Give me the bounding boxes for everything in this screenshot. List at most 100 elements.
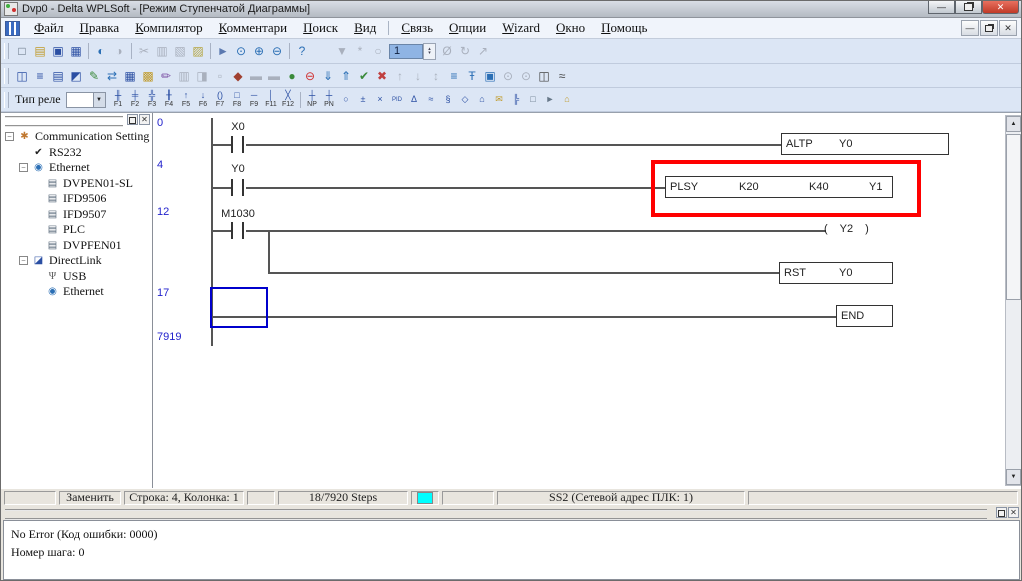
- toolbar-grip[interactable]: [4, 92, 9, 108]
- scrollbar-thumb[interactable]: [1006, 134, 1021, 300]
- rising-edge-button[interactable]: ↑F5: [178, 90, 195, 110]
- cut-icon[interactable]: ✂: [135, 42, 153, 60]
- toolbar-grip[interactable]: [4, 43, 9, 59]
- gold-home-wizard-icon[interactable]: ⌂: [559, 90, 576, 110]
- menu-wizard[interactable]: Wizard: [494, 19, 548, 37]
- download-program-icon[interactable]: ⇓: [319, 67, 337, 85]
- arrange-icon[interactable]: ≈: [553, 67, 571, 85]
- tree-item-ifd9507[interactable]: ▤IFD9507: [1, 207, 152, 223]
- contact-symbol[interactable]: [242, 136, 244, 153]
- parallel-nc-button[interactable]: ╂F4: [161, 90, 178, 110]
- close-button[interactable]: ✕: [982, 1, 1019, 14]
- menu-поиск[interactable]: Поиск: [295, 19, 346, 37]
- scale-wizard-icon[interactable]: Δ: [406, 90, 423, 110]
- pin-icon[interactable]: [996, 507, 1007, 518]
- close-icon[interactable]: ✕: [1008, 507, 1019, 518]
- upload-program-icon[interactable]: ⇑: [337, 67, 355, 85]
- expander-minus-icon[interactable]: −: [5, 132, 14, 141]
- ladder-editor[interactable]: 0 X0 ALTP Y0 4 Y0 PLSY K20 K40 Y1: [154, 113, 1022, 489]
- stop-plc-icon[interactable]: ⊖: [301, 67, 319, 85]
- force-on-icon[interactable]: ↑: [391, 67, 409, 85]
- jump-icon[interactable]: ↗: [474, 42, 492, 60]
- open-file-icon[interactable]: ▤: [31, 42, 49, 60]
- ladder-view-icon[interactable]: ≡: [31, 67, 49, 85]
- sfc-view-icon[interactable]: ◩: [67, 67, 85, 85]
- chevron-down-icon[interactable]: ▼: [93, 93, 105, 107]
- verify-icon[interactable]: ✔: [355, 67, 373, 85]
- scroll-up-icon[interactable]: ▲: [1006, 116, 1021, 132]
- eraser-icon[interactable]: ▨: [189, 42, 207, 60]
- run-plc-icon[interactable]: ●: [283, 67, 301, 85]
- toolbar-grip[interactable]: [4, 68, 9, 84]
- simulator-filter-icon[interactable]: ▼: [333, 42, 351, 60]
- compile-ladder-icon[interactable]: ▬: [247, 67, 265, 85]
- tree-item-plc[interactable]: ▤PLC: [1, 222, 152, 238]
- step-wizard-icon[interactable]: §: [440, 90, 457, 110]
- menu-опции[interactable]: Опции: [441, 19, 494, 37]
- menu-комментари[interactable]: Комментари: [211, 19, 296, 37]
- menu-компилятор[interactable]: Компилятор: [127, 19, 210, 37]
- edit-comment-icon[interactable]: ✎: [85, 67, 103, 85]
- restore-button[interactable]: [955, 1, 982, 14]
- monitor-window-icon[interactable]: ▣: [481, 67, 499, 85]
- tree-item-usb[interactable]: ΨUSB: [1, 269, 152, 285]
- new-file-icon[interactable]: □: [13, 42, 31, 60]
- child-restore-button[interactable]: [980, 20, 998, 36]
- project-window-icon[interactable]: ◫: [13, 67, 31, 85]
- minimize-button[interactable]: —: [928, 1, 955, 14]
- row-number-spinner[interactable]: ▴▾: [423, 43, 436, 60]
- tree-item-communication-setting[interactable]: −✱Communication Setting: [1, 129, 152, 145]
- monitor-edit-icon[interactable]: ↕: [427, 67, 445, 85]
- parallel-no-button[interactable]: ╬F3: [144, 90, 161, 110]
- instruction-box-end[interactable]: END: [836, 305, 893, 327]
- pid-wizard-icon[interactable]: PID: [389, 90, 406, 110]
- stop-icon[interactable]: Ø: [438, 42, 456, 60]
- trace-icon[interactable]: ►: [214, 42, 232, 60]
- mail-wizard-icon[interactable]: ✉: [491, 90, 508, 110]
- output-coil-button[interactable]: ()F7: [212, 90, 229, 110]
- alt-wizard-icon[interactable]: ±: [355, 90, 372, 110]
- zoom-monitor2-icon[interactable]: ⊙: [517, 67, 535, 85]
- zoom-out-icon[interactable]: ⊖: [268, 42, 286, 60]
- compile-icon[interactable]: ◆: [229, 67, 247, 85]
- menu-помощь[interactable]: Помощь: [593, 19, 655, 37]
- format-columns-icon[interactable]: Ŧ: [463, 67, 481, 85]
- dock-grip[interactable]: [5, 509, 987, 520]
- output-panel-header[interactable]: ✕: [1, 506, 1021, 519]
- document-wizard-icon[interactable]: □: [525, 90, 542, 110]
- save-all-icon[interactable]: ▦: [67, 42, 85, 60]
- close-icon[interactable]: ✕: [139, 114, 150, 125]
- tree-item-rs232[interactable]: ✔RS232: [1, 145, 152, 161]
- paste-icon[interactable]: ▧: [171, 42, 189, 60]
- row-number-field[interactable]: 1: [389, 44, 423, 59]
- ladder-monitor-icon[interactable]: ◐: [92, 42, 110, 60]
- instruction-box-altp[interactable]: ALTP Y0: [781, 133, 949, 155]
- copy-icon[interactable]: ▥: [153, 42, 171, 60]
- zoom-icon[interactable]: ⊙: [232, 42, 250, 60]
- print-preview-icon[interactable]: ◨: [193, 67, 211, 85]
- instruction-monitor-icon[interactable]: ◑: [110, 42, 128, 60]
- instruction-box-rst[interactable]: RST Y0: [779, 262, 893, 284]
- bracket-wizard-icon[interactable]: ╠: [508, 90, 525, 110]
- selected-cell[interactable]: [210, 287, 268, 328]
- application-instruction-button[interactable]: □F8: [229, 90, 246, 110]
- contact-symbol[interactable]: [231, 136, 233, 153]
- compile-sfc-icon[interactable]: ▬: [265, 67, 283, 85]
- flow-wizard-icon[interactable]: ►: [542, 90, 559, 110]
- tree-item-ethernet[interactable]: ◉Ethernet: [1, 284, 152, 300]
- tree-item-ethernet[interactable]: −◉Ethernet: [1, 160, 152, 176]
- instruction-list-icon[interactable]: ▤: [49, 67, 67, 85]
- simulator-step-icon[interactable]: *: [351, 42, 369, 60]
- network-icon[interactable]: ◫: [535, 67, 553, 85]
- relay-type-combobox[interactable]: ▼: [66, 92, 106, 108]
- vertical-line-button[interactable]: │F11: [263, 90, 280, 110]
- register-editor-icon[interactable]: ▩: [139, 67, 157, 85]
- pin-icon[interactable]: [127, 114, 138, 125]
- communication-icon[interactable]: ✖: [373, 67, 391, 85]
- output-coil[interactable]: Y2: [824, 223, 869, 235]
- tree-item-directlink[interactable]: −◪DirectLink: [1, 253, 152, 269]
- format-rows-icon[interactable]: ≡: [445, 67, 463, 85]
- math-wizard-icon[interactable]: ×: [372, 90, 389, 110]
- expander-minus-icon[interactable]: −: [19, 256, 28, 265]
- tree-item-dvpen01-sl[interactable]: ▤DVPEN01-SL: [1, 176, 152, 192]
